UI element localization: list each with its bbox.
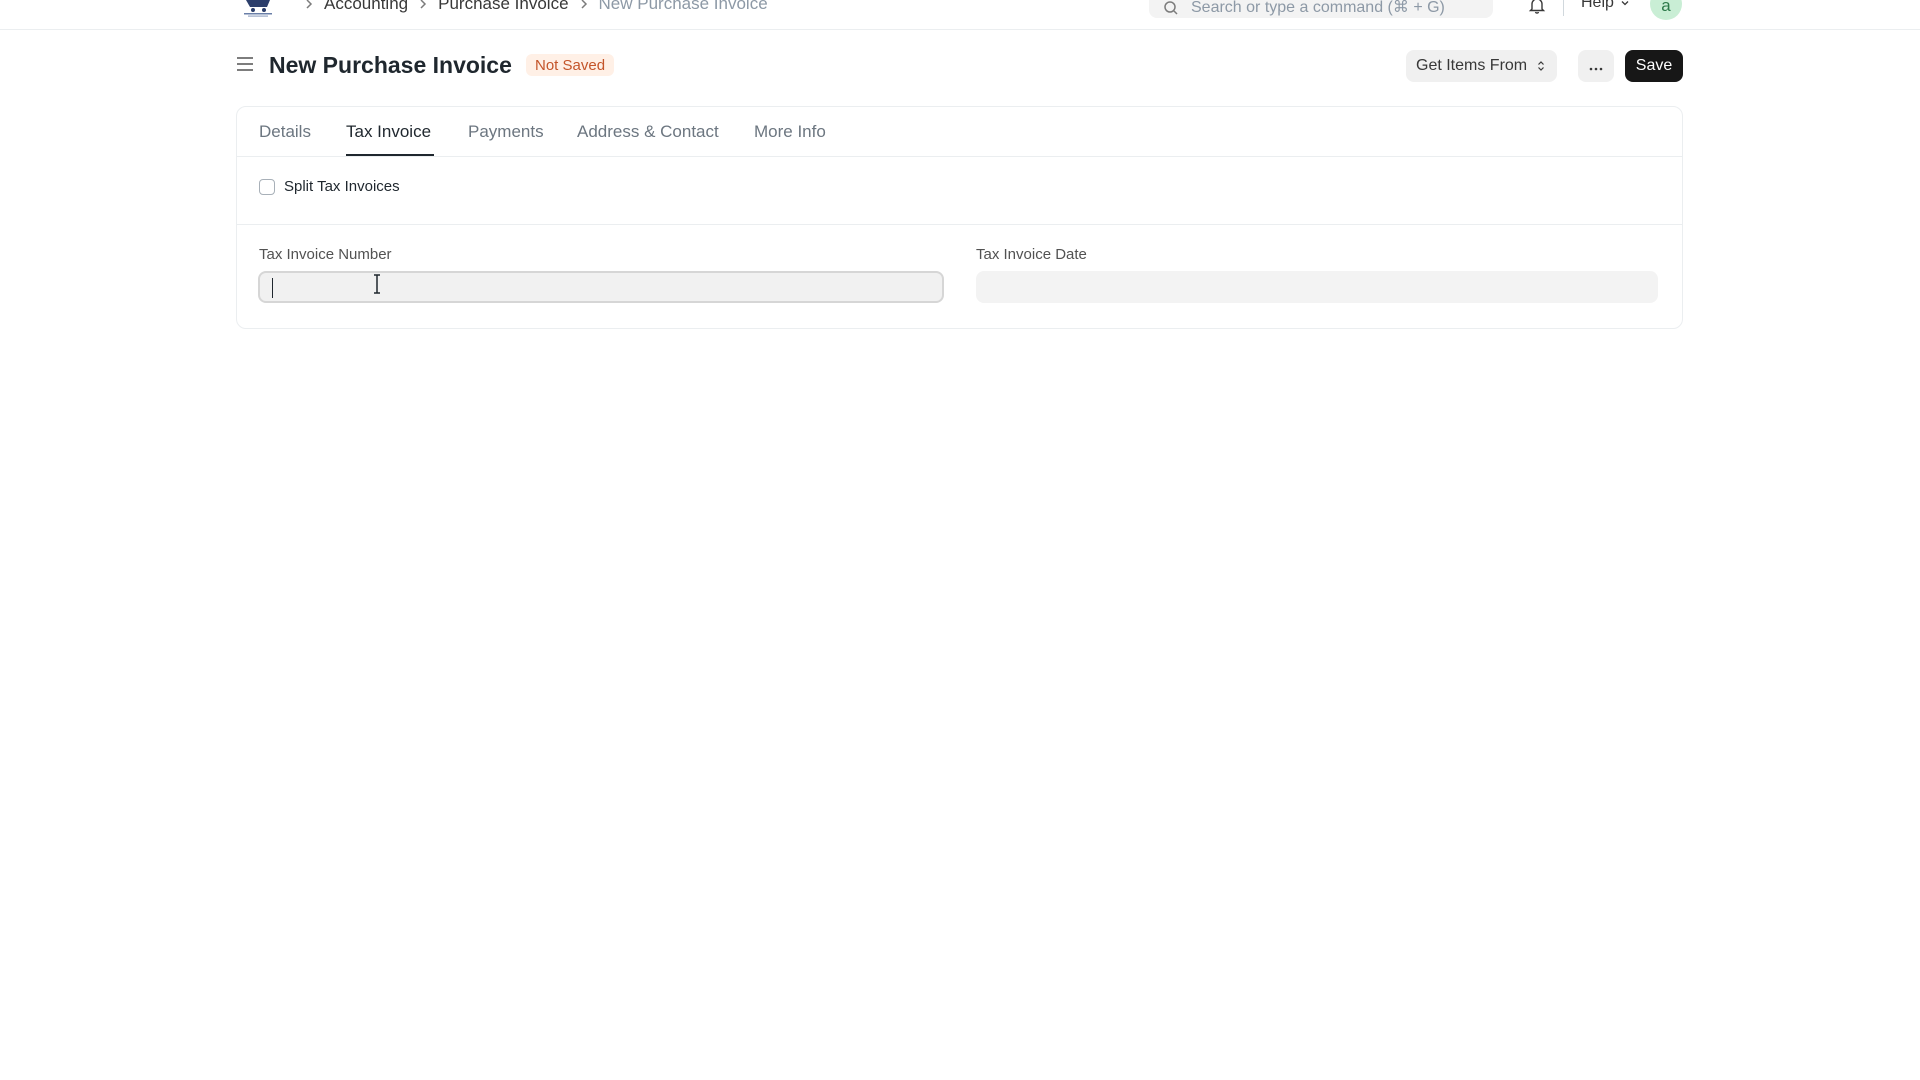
tab-details[interactable]: Details	[259, 122, 311, 142]
navbar: Accounting Purchase Invoice New Purchase…	[0, 0, 1920, 30]
app-logo-icon[interactable]	[242, 0, 274, 18]
avatar[interactable]: a	[1650, 0, 1682, 20]
navbar-divider	[1563, 0, 1564, 16]
tab-tax-invoice[interactable]: Tax Invoice	[346, 122, 431, 142]
tab-address-contact[interactable]: Address & Contact	[577, 122, 719, 142]
form-tabs: Details Tax Invoice Payments Address & C…	[237, 107, 1682, 157]
tax-invoice-date-label: Tax Invoice Date	[976, 246, 1087, 263]
form-card: Details Tax Invoice Payments Address & C…	[236, 106, 1683, 329]
help-label: Help	[1581, 0, 1614, 11]
tax-invoice-number-input[interactable]	[258, 271, 944, 303]
status-badge: Not Saved	[526, 54, 615, 76]
page-head: New Purchase Invoice Not Saved Get Items…	[236, 48, 1683, 84]
ellipsis-icon	[1589, 59, 1603, 74]
search-input[interactable]	[1191, 0, 1481, 17]
get-items-from-label: Get Items From	[1416, 57, 1528, 74]
get-items-from-button[interactable]: Get Items From	[1406, 50, 1558, 82]
help-dropdown[interactable]: Help	[1581, 0, 1630, 12]
chevron-right-icon	[304, 0, 314, 10]
notification-bell-icon[interactable]	[1528, 0, 1546, 19]
tax-invoice-number-label: Tax Invoice Number	[259, 246, 392, 263]
split-tax-invoices-label: Split Tax Invoices	[284, 178, 400, 195]
page-title: New Purchase Invoice	[269, 52, 512, 78]
text-caret	[272, 278, 273, 298]
chevron-down-icon	[1620, 0, 1630, 8]
breadcrumb-accounting[interactable]: Accounting	[324, 0, 408, 14]
active-tab-indicator	[346, 154, 434, 156]
tab-payments[interactable]: Payments	[468, 122, 544, 142]
search-icon	[1163, 0, 1179, 16]
more-actions-button[interactable]	[1578, 50, 1614, 82]
sidebar-toggle-icon[interactable]	[236, 56, 254, 77]
split-tax-section: Split Tax Invoices	[237, 157, 1682, 225]
search-bar[interactable]	[1149, 0, 1493, 18]
chevron-right-icon	[418, 0, 428, 10]
breadcrumb-purchase-invoice[interactable]: Purchase Invoice	[438, 0, 568, 14]
tax-invoice-date-input[interactable]	[976, 271, 1658, 303]
save-button[interactable]: Save	[1625, 50, 1683, 82]
select-arrows-icon	[1537, 60, 1545, 72]
chevron-right-icon	[579, 0, 589, 10]
text-cursor-icon	[371, 274, 383, 299]
split-tax-invoices-field[interactable]: Split Tax Invoices	[259, 178, 400, 195]
split-tax-invoices-checkbox[interactable]	[259, 178, 275, 195]
breadcrumb: Accounting Purchase Invoice New Purchase…	[294, 0, 768, 14]
breadcrumb-current: New Purchase Invoice	[598, 0, 768, 13]
tab-more-info[interactable]: More Info	[754, 122, 826, 142]
